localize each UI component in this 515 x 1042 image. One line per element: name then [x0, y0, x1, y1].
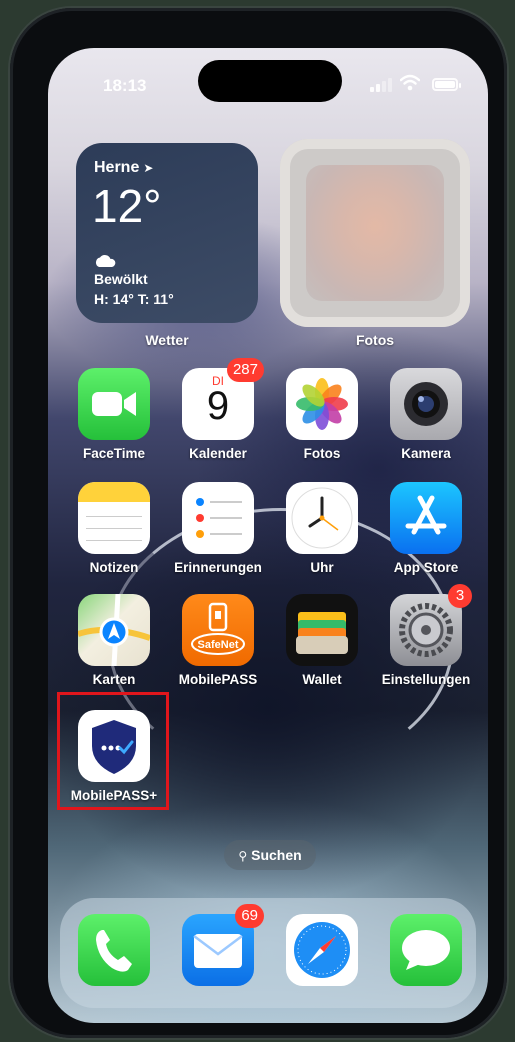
notes-line — [86, 540, 142, 541]
safari-compass-icon — [286, 914, 358, 986]
notes-line — [86, 528, 142, 529]
battery-icon — [432, 78, 461, 91]
weather-high-low: H: 14° T: 11° — [94, 291, 174, 307]
calendar-day: 9 — [206, 384, 230, 428]
notification-badge: 287 — [226, 358, 264, 382]
app-facetime[interactable]: FaceTime — [64, 368, 164, 461]
weather-city: Herne — [94, 159, 140, 176]
safenet-brand: SafeNet — [198, 639, 239, 651]
notes-header — [78, 482, 150, 502]
app-label: Kamera — [401, 446, 451, 461]
app-label: Fotos — [303, 446, 341, 461]
dock-messages[interactable] — [376, 914, 476, 986]
app-label: Uhr — [310, 560, 334, 575]
notification-badge: 69 — [235, 904, 264, 928]
highlight-box — [57, 692, 169, 810]
weather-widget[interactable]: Herne ➤ 12° Bewölkt H: 14° T: 11° — [76, 143, 258, 323]
search-icon: ⚲ — [238, 849, 248, 863]
app-label: FaceTime — [82, 446, 146, 461]
status-bar: 18:13 — [48, 48, 488, 108]
weather-condition: Bewölkt — [94, 271, 148, 287]
app-erinnerungen[interactable]: Erinnerungen — [168, 482, 268, 575]
app-label: MobilePASS — [178, 672, 258, 687]
wifi-icon — [400, 74, 420, 91]
wallet-icon — [286, 594, 358, 666]
search-button[interactable]: ⚲ Suchen — [224, 840, 316, 870]
app-wallet[interactable]: Wallet — [272, 594, 372, 687]
app-label: Kalender — [189, 446, 247, 461]
app-label: Karten — [92, 672, 136, 687]
app-store-icon — [390, 482, 462, 554]
app-kalender[interactable]: DI 9 287 Kalender — [168, 358, 268, 461]
clock-icon — [286, 482, 358, 554]
messages-icon — [390, 914, 462, 986]
status-time: 18:13 — [103, 76, 147, 95]
location-arrow-icon: ➤ — [143, 161, 154, 175]
cellular-signal-icon — [370, 78, 392, 92]
app-kamera[interactable]: Kamera — [376, 368, 476, 461]
notification-badge: 3 — [448, 584, 472, 608]
home-screen: 18:13 Herne ➤ 12° Bewölkt H: 14° T: 11° … — [48, 48, 488, 1023]
app-label: Notizen — [89, 560, 139, 575]
dock: 69 — [60, 898, 476, 1008]
notes-icon — [78, 482, 150, 554]
app-karten[interactable]: Karten — [64, 594, 164, 687]
app-label: Einstellungen — [381, 672, 471, 687]
camera-icon — [390, 368, 462, 440]
dock-phone[interactable] — [64, 914, 164, 986]
photos-widget-label: Fotos — [355, 332, 395, 348]
app-einstellungen[interactable]: 3 Einstellungen — [376, 584, 476, 687]
app-label: Erinnerungen — [174, 560, 262, 575]
dock-mail[interactable]: 69 — [168, 904, 268, 986]
weather-widget-label: Wetter — [145, 332, 189, 348]
app-label: Wallet — [302, 672, 342, 687]
app-label: App Store — [393, 560, 459, 575]
app-fotos[interactable]: Fotos — [272, 368, 372, 461]
app-mobilepass[interactable]: SafeNet MobilePASS — [168, 594, 268, 687]
weather-temperature: 12° — [92, 180, 162, 232]
facetime-icon — [78, 368, 150, 440]
maps-icon — [78, 594, 150, 666]
app-app-store[interactable]: App Store — [376, 482, 476, 575]
photos-widget-image — [306, 165, 444, 301]
app-notizen[interactable]: Notizen — [64, 482, 164, 575]
photos-icon — [286, 368, 358, 440]
app-uhr[interactable]: Uhr — [272, 482, 372, 575]
weather-city-row: Herne ➤ — [94, 159, 153, 177]
phone-frame: 18:13 Herne ➤ 12° Bewölkt H: 14° T: 11° … — [10, 8, 507, 1038]
phone-icon — [78, 914, 150, 986]
safenet-icon: SafeNet — [182, 594, 254, 666]
notes-line — [86, 516, 142, 517]
photos-widget[interactable] — [280, 139, 470, 327]
dynamic-island — [198, 60, 342, 102]
reminders-icon — [182, 482, 254, 554]
search-label: Suchen — [251, 847, 302, 863]
dock-safari[interactable] — [272, 914, 372, 986]
cloud-icon — [95, 255, 116, 267]
